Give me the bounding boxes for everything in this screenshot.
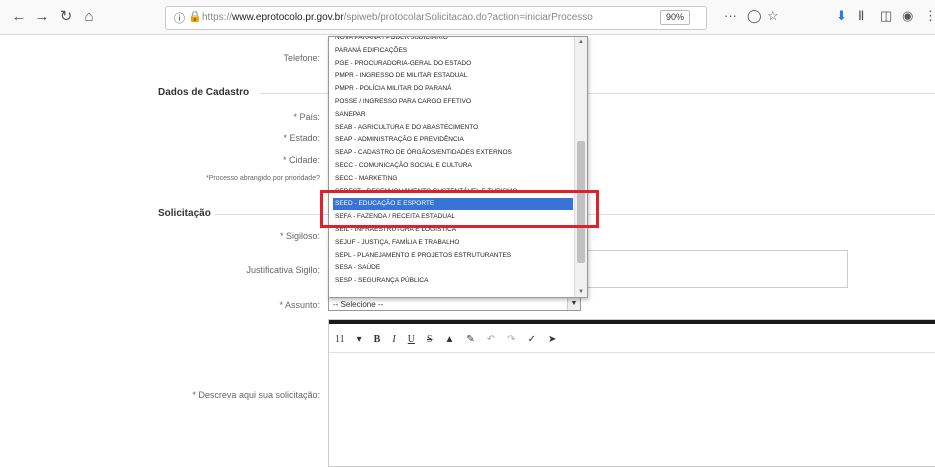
underline-icon[interactable]: U [408, 334, 415, 345]
url-bar[interactable]: ⓘ 🔒 https://www.eprotocolo.pr.gov.br/spi… [165, 6, 707, 30]
home-icon[interactable]: ⌂ [80, 8, 98, 26]
chevron-down-icon[interactable]: ▼ [567, 297, 580, 310]
editor-top-bar [329, 320, 935, 324]
zoom-level[interactable]: 90% [660, 10, 690, 25]
scroll-up-icon[interactable]: ▲ [575, 37, 587, 47]
pais-label: * País: [293, 112, 320, 122]
dropdown-option[interactable]: SEAB - AGRICULTURA E DO ABASTECIMENTO [333, 122, 573, 134]
bookmark-star-icon[interactable]: ☆ [767, 8, 779, 24]
dropdown-option[interactable]: SEJUF - JUSTIÇA, FAMÍLIA E TRABALHO [333, 237, 573, 249]
rich-text-editor[interactable]: 11 ▾ B I U S ▲ ✎ ↶ ↷ ✓ ➤ [328, 319, 935, 467]
assunto-label: * Assunto: [279, 300, 320, 310]
dropdown-option[interactable]: PMPR - INGRESSO DE MILITAR ESTADUAL [333, 70, 573, 82]
section-dados-cadastro: Dados de Cadastro [158, 87, 250, 98]
dropdown-option[interactable]: SESP - SEGURANÇA PÚBLICA [333, 275, 573, 287]
dropdown-option[interactable]: POSSE / INGRESSO PARA CARGO EFETIVO [333, 96, 573, 108]
lock-icon: 🔒 [188, 11, 202, 23]
assunto-dropdown-list[interactable]: NOVA PARANÁ / PODER JUDICIÁRIO PARANÁ EDI… [328, 36, 588, 298]
pointer-icon[interactable]: ➤ [548, 334, 556, 345]
section-divider [215, 214, 328, 215]
dropdown-option[interactable]: PMPR - POLÍCIA MILITAR DO PARANÁ [333, 83, 573, 95]
browser-toolbar: ← → ↻ ⌂ ⓘ 🔒 https://www.eprotocolo.pr.go… [0, 0, 935, 35]
assunto-selected-value: -- Selecione -- [333, 300, 384, 309]
section-solicitacao: Solicitação [158, 208, 211, 219]
link-icon[interactable]: ✎ [466, 334, 474, 345]
dropdown-option[interactable]: SANEPAR [333, 109, 573, 121]
dropdown-option[interactable]: PARANÁ EDIFICAÇÕES [333, 45, 573, 57]
justificativa-textarea[interactable] [586, 250, 848, 288]
estado-label: * Estado: [283, 133, 320, 143]
section-divider [260, 93, 328, 94]
menu-icon[interactable]: ⋮ [924, 8, 935, 24]
strikethrough-icon[interactable]: S [427, 334, 433, 345]
dropdown-option[interactable]: SEPL - PLANEJAMENTO E PROJETOS ESTRUTURA… [333, 250, 573, 262]
dropdown-scrollbar[interactable]: ▲ ▼ [574, 37, 587, 297]
info-icon[interactable]: ⓘ [174, 10, 185, 26]
font-size-select[interactable]: 11 [335, 334, 345, 345]
text-color-icon[interactable]: ▲ [444, 334, 454, 345]
url-text: https://www.eprotocolo.pr.gov.br/spiweb/… [202, 12, 593, 23]
back-icon[interactable]: ← [10, 8, 28, 26]
sigiloso-label: * Sigiloso: [279, 231, 320, 241]
justificativa-label: Justificativa Sigilo: [246, 265, 320, 275]
dropdown-option[interactable]: SEAP - ADMINISTRAÇÃO E PREVIDÊNCIA [333, 134, 573, 146]
forward-icon[interactable]: → [33, 8, 51, 26]
bold-icon[interactable]: B [374, 334, 381, 345]
dropdown-option[interactable]: SECC - COMUNICAÇÃO SOCIAL E CULTURA [333, 160, 573, 172]
dropdown-option[interactable]: NOVA PARANÁ / PODER JUDICIÁRIO [333, 37, 573, 44]
dropdown-option[interactable]: SEAP - CADASTRO DE ÓRGÃOS/ENTIDADES EXTE… [333, 147, 573, 159]
extension-icon[interactable]: ◉ [902, 8, 913, 24]
section-divider [586, 93, 935, 94]
download-icon[interactable]: ⬇ [836, 8, 847, 24]
cidade-label: * Cidade: [282, 155, 320, 165]
library-icon[interactable]: Ⅱ [858, 8, 864, 24]
editor-toolbar: 11 ▾ B I U S ▲ ✎ ↶ ↷ ✓ ➤ [335, 331, 556, 347]
reload-icon[interactable]: ↻ [57, 8, 75, 26]
section-divider [586, 214, 935, 215]
dropdown-option[interactable]: SECC - MARKETING [333, 173, 573, 185]
assunto-select[interactable]: -- Selecione -- ▼ [328, 296, 581, 311]
prioridade-label: *Processo abrangido por prioridade? [205, 175, 320, 182]
scroll-down-icon[interactable]: ▼ [575, 287, 587, 297]
italic-icon[interactable]: I [392, 334, 395, 345]
dropdown-option[interactable]: PGE - PROCURADORIA-GERAL DO ESTADO [333, 58, 573, 70]
descreva-label: * Descreva aqui sua solicitação: [192, 390, 320, 400]
redo-icon[interactable]: ↷ [507, 334, 515, 345]
editor-divider [329, 352, 935, 353]
pocket-icon[interactable]: ◯ [747, 8, 762, 24]
highlight-box [320, 190, 599, 228]
sidebar-icon[interactable]: ◫ [880, 8, 892, 24]
eraser-icon[interactable]: ✓ [528, 334, 536, 345]
telefone-label: Telefone: [283, 53, 320, 63]
undo-icon[interactable]: ↶ [487, 334, 495, 345]
dropdown-option[interactable]: SESA - SAÚDE [333, 262, 573, 274]
font-size-dropdown-icon[interactable]: ▾ [357, 334, 362, 345]
page-actions-icon[interactable]: ··· [724, 8, 737, 23]
